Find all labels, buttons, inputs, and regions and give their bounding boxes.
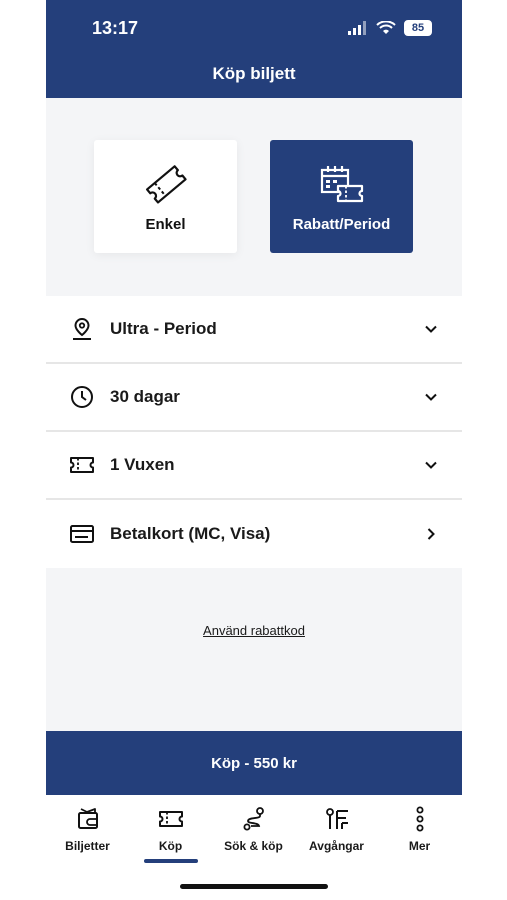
tab-label: Mer: [408, 839, 431, 853]
active-tab-indicator: [144, 859, 198, 863]
app-screen: 13:17 85 Köp biljett Enkel Rabatt/Period…: [46, 0, 462, 900]
chevron-down-icon: [400, 325, 462, 333]
tab-sok-kop[interactable]: Sök & köp: [212, 805, 295, 853]
ticket-type-label: Enkel: [145, 216, 186, 233]
chevron-down-icon: [400, 393, 462, 401]
tab-biljetter[interactable]: Biljetter: [46, 805, 129, 853]
ticket-type-label: Rabatt/Period: [292, 216, 391, 233]
header: 13:17 85 Köp biljett: [46, 0, 462, 98]
more-icon: [415, 805, 425, 833]
signal-icon: [348, 21, 366, 35]
option-zone[interactable]: Ultra - Period: [46, 296, 462, 364]
status-icons: 85: [348, 19, 432, 37]
tab-bar: Biljetter Köp Sök & köp Avgångar Mer: [46, 795, 462, 900]
ticket-type-enkel[interactable]: Enkel: [94, 140, 237, 253]
tab-label: Sök & köp: [224, 839, 283, 853]
battery-icon: 85: [404, 20, 432, 36]
tab-avgangar[interactable]: Avgångar: [295, 805, 378, 853]
discount-area: Använd rabattkod: [46, 568, 462, 731]
ticket-icon: [143, 160, 189, 208]
discount-code-link[interactable]: Använd rabattkod: [46, 623, 462, 638]
option-duration[interactable]: 30 dagar: [46, 364, 462, 432]
chevron-down-icon: [400, 461, 462, 469]
buy-button[interactable]: Köp - 550 kr: [46, 731, 462, 795]
tab-mer[interactable]: Mer: [378, 805, 461, 853]
option-travellers[interactable]: 1 Vuxen: [46, 432, 462, 500]
buy-ticket-icon: [158, 805, 184, 833]
ticket-type-rabatt-period[interactable]: Rabatt/Period: [270, 140, 413, 253]
tab-kop[interactable]: Köp: [129, 805, 212, 853]
tab-label: Köp: [158, 839, 183, 853]
calendar-ticket-icon: [320, 160, 364, 208]
location-pin-icon: [46, 317, 110, 341]
page-title: Köp biljett: [212, 64, 296, 83]
option-label: 30 dagar: [110, 387, 180, 406]
clock-icon: [46, 385, 110, 409]
option-label: 1 Vuxen: [110, 455, 175, 474]
tab-label: Biljetter: [65, 839, 110, 853]
ticket-type-selector: Enkel Rabatt/Period: [46, 98, 462, 296]
card-icon: [46, 524, 110, 544]
option-payment[interactable]: Betalkort (MC, Visa): [46, 500, 462, 568]
home-indicator: [180, 884, 328, 889]
route-icon: [242, 805, 266, 833]
ticket-icon: [46, 455, 110, 475]
status-time: 13:17: [92, 18, 139, 38]
wifi-icon: [376, 21, 396, 34]
tickets-icon: [76, 805, 100, 833]
option-label: Ultra - Period: [110, 319, 217, 338]
tab-label: Avgångar: [309, 839, 364, 853]
departures-icon: [324, 805, 350, 833]
chevron-right-icon: [400, 528, 462, 540]
option-label: Betalkort (MC, Visa): [110, 524, 271, 543]
